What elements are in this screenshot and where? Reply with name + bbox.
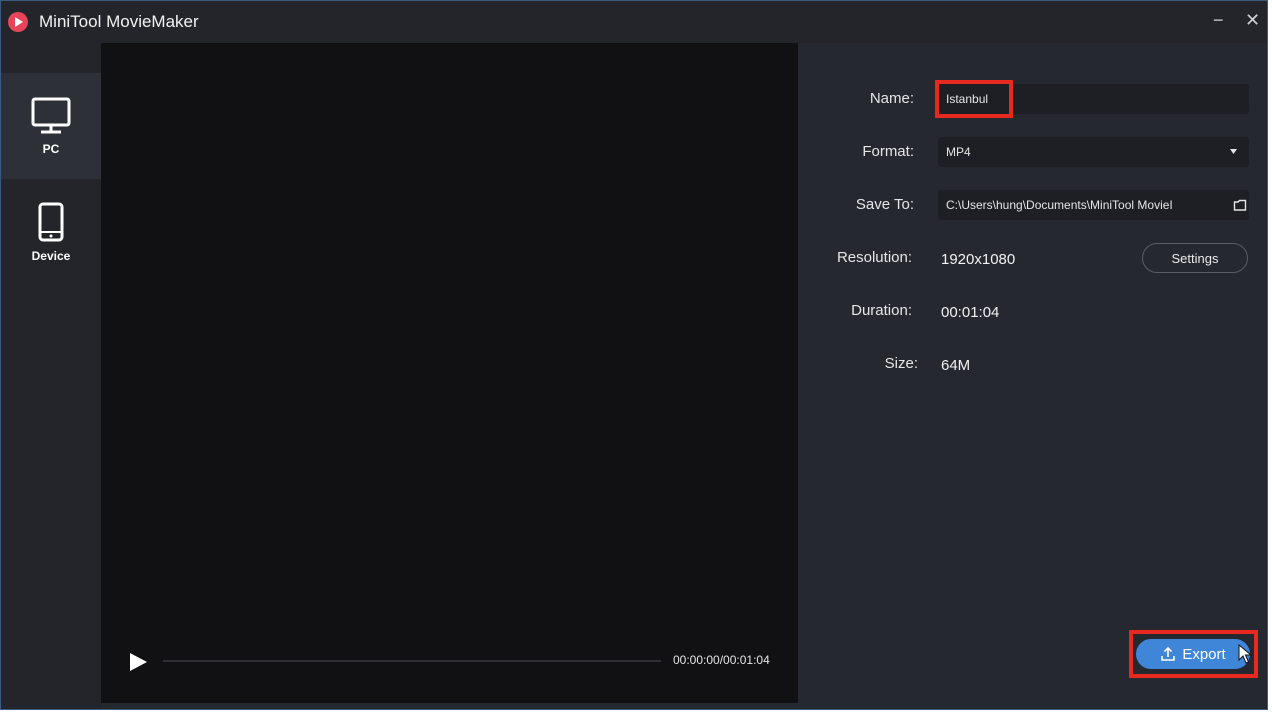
play-icon[interactable] bbox=[127, 651, 149, 673]
save-path-value: C:\Users\hung\Documents\MiniTool MovieI bbox=[946, 198, 1173, 212]
close-button[interactable]: ✕ bbox=[1245, 10, 1260, 31]
title-bar: MiniTool MovieMaker − ✕ bbox=[1, 1, 1267, 43]
phone-icon bbox=[38, 202, 64, 242]
name-label: Name: bbox=[869, 90, 914, 107]
export-settings-panel: Name: Istanbul Format: MP4 Save To: C:\U… bbox=[798, 43, 1267, 709]
folder-icon[interactable] bbox=[1233, 198, 1247, 212]
sidebar-item-label: PC bbox=[42, 142, 60, 156]
sidebar-item-pc[interactable]: PC bbox=[1, 73, 101, 179]
format-value: MP4 bbox=[946, 145, 971, 159]
resolution-label: Resolution: bbox=[836, 249, 912, 266]
sidebar: PC Device bbox=[1, 43, 101, 709]
save-path-field[interactable]: C:\Users\hung\Documents\MiniTool MovieI bbox=[938, 190, 1249, 220]
save-to-label: Save To: bbox=[855, 196, 914, 213]
app-window: MiniTool MovieMaker − ✕ PC Device 00:00:… bbox=[0, 0, 1268, 710]
duration-label: Duration: bbox=[851, 302, 912, 319]
playback-progress-bar[interactable] bbox=[163, 660, 661, 662]
video-preview: 00:00:00/00:01:04 bbox=[101, 43, 798, 703]
settings-button[interactable]: Settings bbox=[1142, 243, 1248, 273]
monitor-icon bbox=[31, 97, 71, 134]
minimize-button[interactable]: − bbox=[1213, 10, 1224, 31]
timecode: 00:00:00/00:01:04 bbox=[673, 653, 770, 667]
size-value: 64M bbox=[941, 357, 971, 374]
app-logo-icon bbox=[8, 12, 28, 32]
size-label: Size: bbox=[884, 355, 918, 372]
sidebar-item-device[interactable]: Device bbox=[1, 179, 101, 285]
duration-value: 00:01:04 bbox=[941, 304, 1000, 321]
export-highlight-box bbox=[1129, 630, 1258, 678]
app-title: MiniTool MovieMaker bbox=[39, 12, 199, 31]
name-highlight-box bbox=[935, 80, 1013, 118]
format-select[interactable]: MP4 bbox=[938, 137, 1249, 167]
resolution-value: 1920x1080 bbox=[941, 251, 1016, 268]
format-label: Format: bbox=[862, 143, 914, 160]
sidebar-item-label: Device bbox=[31, 249, 71, 263]
chevron-down-icon bbox=[1230, 149, 1237, 154]
